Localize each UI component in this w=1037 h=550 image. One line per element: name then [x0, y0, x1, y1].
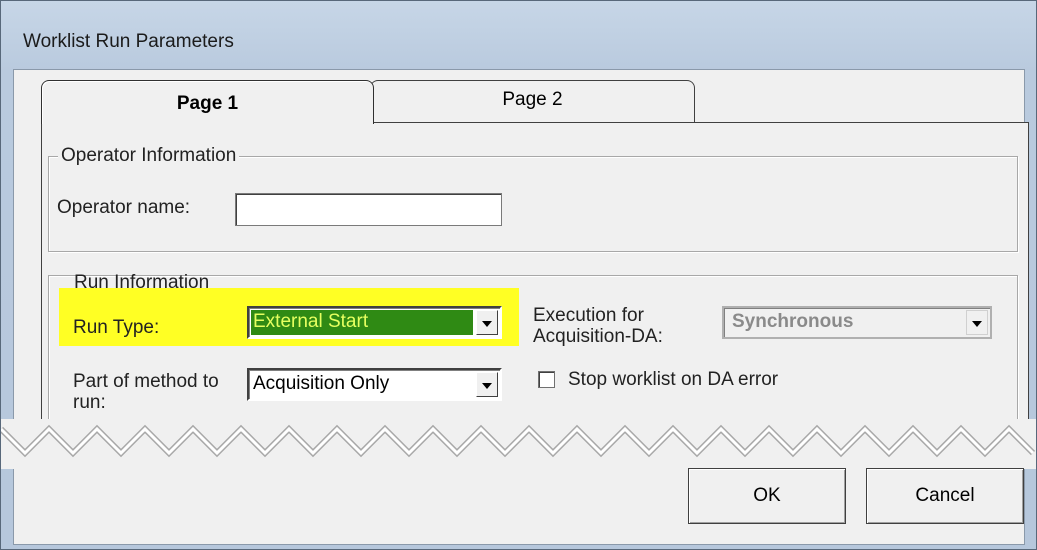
run-type-value: External Start [253, 311, 369, 332]
stop-worklist-label: Stop worklist on DA error [568, 369, 779, 390]
torn-edge-divider [1, 419, 1036, 469]
part-of-method-select[interactable]: Acquisition Only [247, 368, 502, 401]
tab-page-1[interactable]: Page 1 [41, 80, 374, 124]
chevron-down-icon[interactable] [476, 372, 498, 397]
execution-label-line2: Acquisition-DA: [533, 326, 663, 347]
operator-information-title: Operator Information [58, 145, 240, 167]
ok-button[interactable]: OK [688, 468, 846, 524]
tab-label: Page 1 [176, 93, 239, 114]
chevron-down-icon[interactable] [476, 310, 498, 335]
run-type-select[interactable]: External Start [247, 306, 502, 339]
run-type-label: Run Type: [73, 317, 160, 338]
execution-label-line1: Execution for [533, 305, 644, 326]
cancel-button[interactable]: Cancel [866, 468, 1024, 524]
stop-worklist-checkbox[interactable] [538, 371, 555, 388]
operator-name-input[interactable] [235, 193, 502, 226]
tab-label: Page 2 [502, 89, 563, 110]
part-of-method-label-line2: run: [73, 392, 106, 413]
window-title: Worklist Run Parameters [23, 31, 234, 52]
operator-information-group [48, 156, 1018, 252]
operator-name-label: Operator name: [57, 197, 191, 218]
run-information-title: Run Information [74, 272, 210, 293]
worklist-run-parameters-dialog: Worklist Run Parameters Page 1 Page 2 Op… [0, 0, 1037, 550]
part-of-method-label-line1: Part of method to [73, 371, 219, 392]
part-of-method-value: Acquisition Only [253, 373, 390, 394]
tab-page-2[interactable]: Page 2 [370, 80, 695, 122]
execution-value: Synchronous [732, 311, 854, 332]
chevron-down-icon [966, 310, 988, 335]
execution-select: Synchronous [722, 306, 992, 339]
